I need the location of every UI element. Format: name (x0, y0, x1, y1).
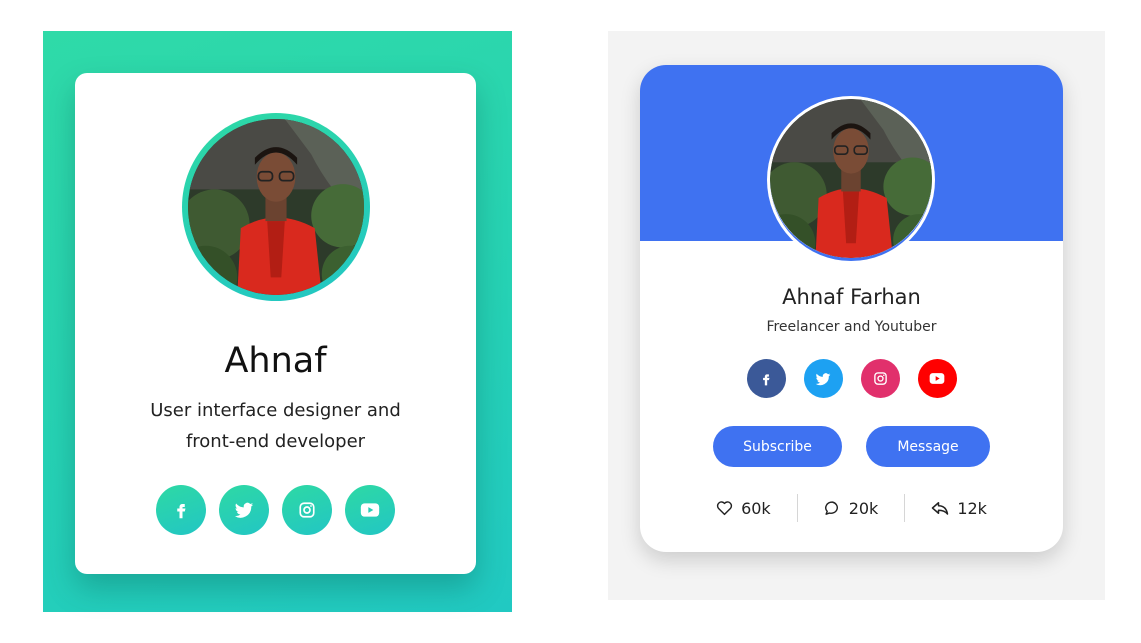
likes-count: 60k (741, 498, 771, 518)
profile-name: Ahnaf (224, 341, 327, 381)
instagram-icon (299, 502, 315, 518)
youtube-button[interactable] (917, 359, 957, 398)
facebook-icon (177, 504, 186, 519)
heart-icon (716, 501, 733, 516)
description-line: front-end developer (185, 431, 366, 452)
description-line: User interface designer and (150, 400, 401, 421)
comments-stat[interactable]: 20k (796, 494, 905, 522)
twitter-button[interactable] (219, 485, 269, 535)
profile-role: Freelancer and Youtuber (766, 319, 937, 335)
avatar (188, 119, 364, 295)
action-buttons: Subscribe Message (640, 426, 1063, 467)
social-links (75, 485, 476, 535)
avatar-ring (182, 113, 370, 301)
stats-row: 60k 20k 12k (640, 494, 1063, 522)
instagram-button[interactable] (282, 485, 332, 535)
twitter-icon (815, 372, 831, 385)
shares-stat[interactable]: 12k (904, 494, 1013, 522)
right-card-background: Ahnaf Farhan Freelancer and Youtuber Sub… (608, 31, 1105, 600)
youtube-icon (929, 373, 945, 384)
twitter-icon (234, 502, 254, 518)
instagram-icon (873, 372, 887, 385)
facebook-button[interactable] (746, 359, 786, 398)
avatar (770, 99, 932, 258)
comments-count: 20k (848, 498, 879, 518)
social-links (640, 359, 1063, 398)
shares-count: 12k (957, 498, 987, 518)
likes-stat[interactable]: 60k (690, 494, 797, 522)
profile-name: Ahnaf Farhan (782, 285, 921, 309)
youtube-icon (360, 503, 380, 517)
facebook-button[interactable] (156, 485, 206, 535)
left-profile-card: Ahnaf User interface designer and front-… (75, 73, 476, 574)
message-button[interactable]: Message (866, 426, 990, 467)
avatar-ring (767, 96, 935, 264)
right-profile-card: Ahnaf Farhan Freelancer and Youtuber Sub… (640, 65, 1063, 552)
facebook-icon (763, 373, 770, 385)
left-card-background: Ahnaf User interface designer and front-… (43, 31, 512, 612)
share-icon (932, 502, 949, 515)
subscribe-button[interactable]: Subscribe (713, 426, 842, 467)
profile-description: User interface designer and front-end de… (75, 395, 476, 457)
twitter-button[interactable] (803, 359, 843, 398)
comment-icon (824, 500, 838, 515)
instagram-button[interactable] (860, 359, 900, 398)
youtube-button[interactable] (345, 485, 395, 535)
